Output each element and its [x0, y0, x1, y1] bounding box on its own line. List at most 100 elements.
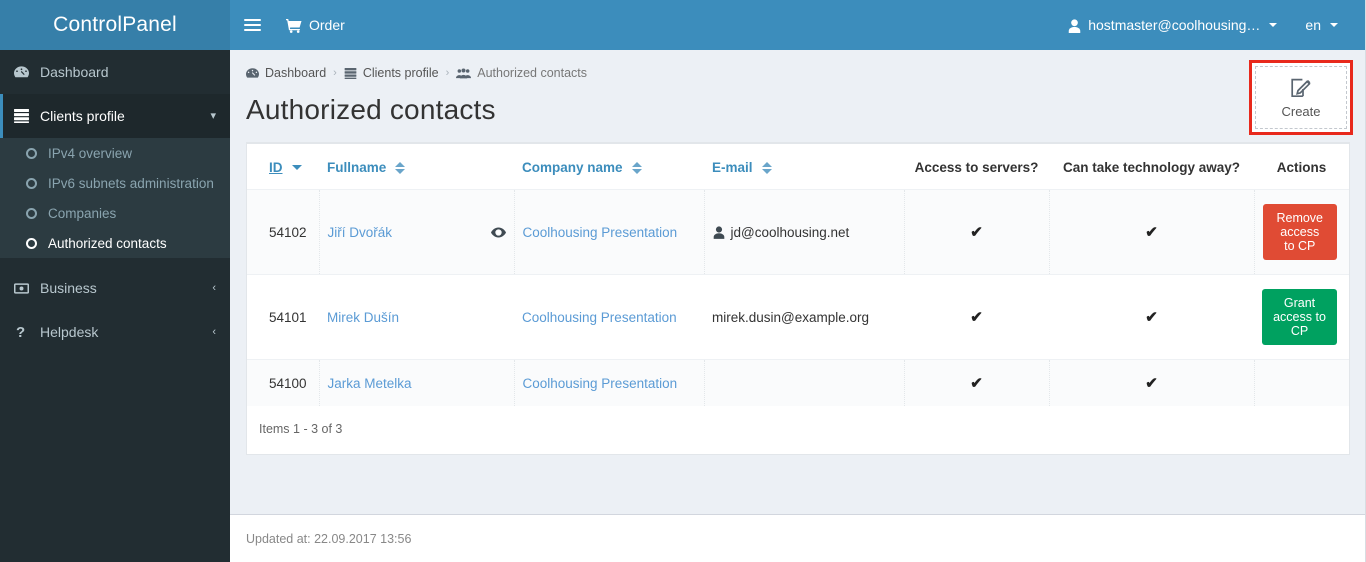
column-header-company-name[interactable]: Company name — [514, 144, 704, 190]
dashboard-gauge-icon — [14, 65, 36, 79]
hamburger-icon — [243, 16, 261, 34]
nav-item-order[interactable]: Order — [274, 0, 357, 50]
cell-fullname: Jiří Dvořák — [319, 189, 515, 275]
contact-name-link[interactable]: Jiří Dvořák — [328, 225, 393, 240]
authorized-contacts-table: ID Fullname Company name E-mail Access t… — [247, 144, 1349, 406]
column-header-id-label: ID — [269, 160, 283, 175]
cell-company: Coolhousing Presentation — [514, 359, 705, 406]
sort-toggle-icon — [761, 161, 772, 174]
top-navbar: Order hostmaster@coolhousing… en — [230, 0, 1366, 50]
cell-id: 54101 — [247, 274, 319, 360]
contact-email: mirek.dusin@example.org — [712, 309, 870, 325]
grant-access-button[interactable]: Grant access to CP — [1262, 289, 1337, 345]
table-row: 54100 Jarka Metelka Coolhousing Presenta… — [247, 359, 1349, 406]
chevron-down-icon: ▾ — [210, 109, 216, 122]
company-name-link[interactable]: Coolhousing Presentation — [523, 376, 678, 391]
cell-access-to-servers: ✔ — [904, 359, 1050, 406]
sidebar-item-companies-label: Companies — [48, 205, 117, 221]
sidebar-submenu-clients-profile: IPv4 overview IPv6 subnets administratio… — [0, 138, 230, 258]
column-header-fullname[interactable]: Fullname — [319, 144, 514, 190]
column-header-email-label: E-mail — [712, 160, 753, 175]
cell-company: Coolhousing Presentation — [514, 189, 705, 275]
breadcrumb-separator: › — [333, 67, 337, 79]
cell-can-take-technology-away: ✔ — [1049, 189, 1255, 275]
sidebar-item-authorized-contacts[interactable]: Authorized contacts — [0, 228, 230, 258]
sidebar-item-helpdesk[interactable]: ? Helpdesk ‹ — [0, 310, 230, 354]
contacts-table-card: ID Fullname Company name E-mail Access t… — [246, 142, 1350, 455]
breadcrumb-item-clients-profile-label: Clients profile — [362, 66, 439, 80]
cell-email — [704, 359, 905, 406]
table-items-summary: Items 1 - 3 of 3 — [259, 422, 343, 436]
column-header-email[interactable]: E-mail — [704, 144, 904, 190]
company-name-link[interactable]: Coolhousing Presentation — [522, 310, 677, 325]
contact-name-link[interactable]: Jarka Metelka — [328, 376, 412, 391]
create-button-label: Create — [1281, 104, 1321, 119]
cell-access-to-servers: ✔ — [904, 189, 1050, 275]
sort-desc-icon — [291, 165, 302, 170]
sidebar-item-helpdesk-label: Helpdesk — [40, 324, 99, 340]
sort-toggle-icon — [631, 161, 642, 174]
user-menu-button[interactable]: hostmaster@coolhousing… — [1054, 0, 1291, 50]
language-menu-button[interactable]: en — [1291, 0, 1352, 50]
question-mark-icon: ? — [16, 323, 26, 341]
cell-fullname: Jarka Metelka — [319, 359, 515, 406]
create-button-highlight: Create — [1249, 60, 1353, 135]
circle-icon — [26, 237, 37, 249]
app-logo[interactable]: ControlPanel — [0, 0, 230, 50]
sidebar-item-business-label: Business — [40, 280, 97, 296]
cell-email: jd@coolhousing.net — [704, 189, 905, 275]
sidebar-item-clients-profile[interactable]: Clients profile ▾ — [0, 94, 230, 138]
breadcrumb-item-authorized-contacts: Authorized contacts — [456, 66, 587, 80]
server-stack-icon — [344, 66, 357, 80]
cell-fullname: Mirek Dušín — [319, 274, 514, 360]
create-button[interactable]: Create — [1255, 66, 1347, 129]
column-header-access-to-servers-label: Access to servers? — [914, 160, 1039, 175]
dashboard-gauge-icon — [246, 66, 259, 80]
column-header-actions: Actions — [1254, 144, 1349, 190]
sidebar-item-ipv4-overview[interactable]: IPv4 overview — [0, 138, 230, 168]
sidebar-item-business[interactable]: Business ‹ — [0, 266, 230, 310]
sidebar-item-clients-profile-label: Clients profile — [40, 108, 125, 124]
breadcrumb-item-clients-profile[interactable]: Clients profile — [344, 66, 439, 80]
company-name-link[interactable]: Coolhousing Presentation — [523, 225, 678, 240]
circle-icon — [26, 177, 37, 189]
users-group-icon — [456, 66, 472, 80]
check-icon: ✔ — [970, 224, 983, 241]
app-root: ControlPanel Order hostmaster@coolhousin… — [0, 0, 1366, 562]
contact-email: jd@coolhousing.net — [730, 224, 850, 240]
navbar-right: hostmaster@coolhousing… en — [1054, 0, 1366, 50]
sort-toggle-icon — [395, 161, 406, 174]
sidebar: Dashboard Clients profile ▾ IPv4 overvie… — [0, 50, 230, 562]
remove-access-button[interactable]: Remove access to CP — [1262, 204, 1337, 260]
sidebar-item-ipv6-subnets-administration-label: IPv6 subnets administration — [48, 175, 214, 191]
breadcrumb-item-dashboard[interactable]: Dashboard — [246, 66, 326, 80]
sidebar-item-authorized-contacts-label: Authorized contacts — [48, 235, 167, 251]
chevron-left-icon: ‹ — [212, 325, 216, 338]
content-area: Dashboard › Clients profile › Authorized… — [230, 50, 1366, 562]
cell-can-take-technology-away: ✔ — [1049, 274, 1254, 360]
sidebar-item-companies[interactable]: Companies — [0, 198, 230, 228]
page-title: Authorized contacts — [246, 94, 496, 125]
chevron-down-icon — [1269, 23, 1278, 27]
cell-email: mirek.dusin@example.org — [704, 274, 904, 360]
contact-name-link[interactable]: Mirek Dušín — [327, 310, 399, 325]
main-footer: Updated at: 22.09.2017 13:56 — [230, 514, 1366, 562]
sidebar-item-dashboard[interactable]: Dashboard — [0, 50, 230, 94]
sidebar-toggle-button[interactable] — [230, 0, 274, 50]
eye-icon[interactable] — [490, 225, 506, 240]
column-header-fullname-label: Fullname — [327, 160, 387, 175]
table-body: 54102 Jiří Dvořák Coolhousing Presentati… — [247, 189, 1349, 406]
server-stack-icon — [14, 109, 36, 123]
table-header-row: ID Fullname Company name E-mail Access t… — [247, 144, 1349, 190]
chevron-down-icon — [1330, 23, 1338, 27]
breadcrumb-item-authorized-contacts-label: Authorized contacts — [477, 66, 588, 80]
breadcrumb-separator: › — [445, 67, 450, 79]
check-icon: ✔ — [1145, 375, 1158, 392]
cell-company: Coolhousing Presentation — [514, 274, 704, 360]
user-icon — [1068, 17, 1081, 34]
check-icon: ✔ — [1145, 309, 1158, 326]
column-header-access-to-servers: Access to servers? — [904, 144, 1049, 190]
column-header-id[interactable]: ID — [247, 144, 319, 190]
breadcrumb-item-dashboard-label: Dashboard — [265, 66, 327, 80]
sidebar-item-ipv6-subnets-administration[interactable]: IPv6 subnets administration — [0, 168, 230, 198]
